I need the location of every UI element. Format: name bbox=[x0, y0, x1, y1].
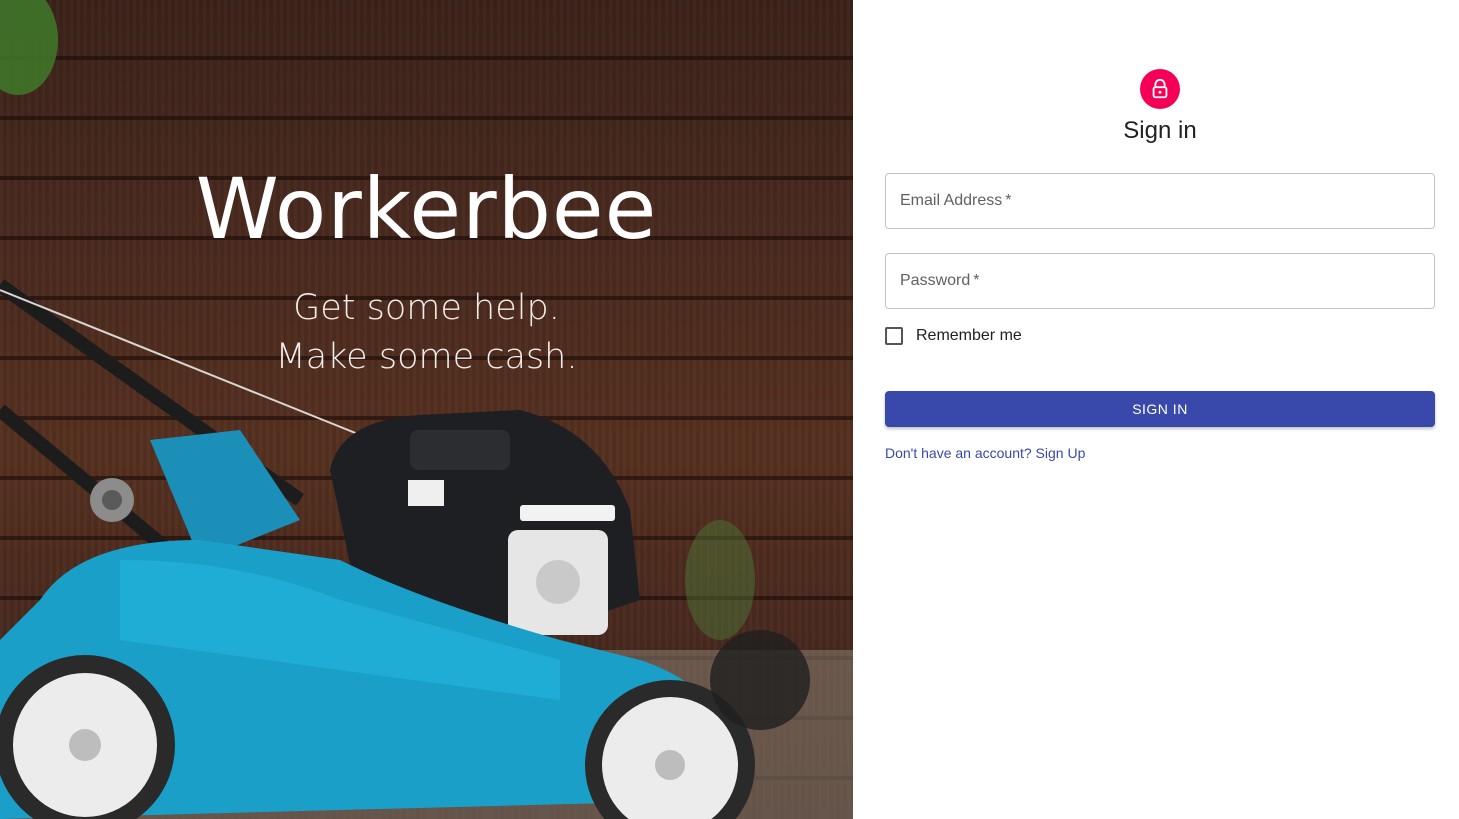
sign-up-link[interactable]: Don't have an account? Sign Up bbox=[885, 445, 1085, 461]
remember-me-label: Remember me bbox=[916, 327, 1022, 344]
signin-page: Workerbee Get some help. Make some cash.… bbox=[0, 0, 1459, 819]
remember-me[interactable]: Remember me bbox=[885, 327, 1022, 345]
hero-brand-title: Workerbee bbox=[195, 160, 658, 258]
email-field[interactable]: Email Address * bbox=[885, 173, 1435, 229]
page-title: Sign in bbox=[1123, 117, 1197, 144]
password-input[interactable] bbox=[886, 254, 1434, 308]
sign-in-button[interactable]: SIGN IN bbox=[885, 391, 1435, 427]
hero-panel: Workerbee Get some help. Make some cash. bbox=[0, 0, 853, 819]
hero-tagline: Get some help. Make some cash. bbox=[0, 284, 853, 382]
email-input[interactable] bbox=[886, 174, 1434, 228]
signin-panel: Sign in Email Address * Password * Remembe… bbox=[853, 0, 1459, 819]
lock-icon bbox=[1152, 78, 1168, 99]
lock-avatar bbox=[1140, 69, 1180, 109]
remember-me-checkbox[interactable] bbox=[885, 327, 903, 345]
password-field[interactable]: Password * bbox=[885, 253, 1435, 309]
lawn-mower-photo bbox=[0, 0, 853, 819]
hero-tagline-line2: Make some cash. bbox=[275, 337, 578, 377]
hero-tagline-line1: Get some help. bbox=[293, 288, 560, 328]
